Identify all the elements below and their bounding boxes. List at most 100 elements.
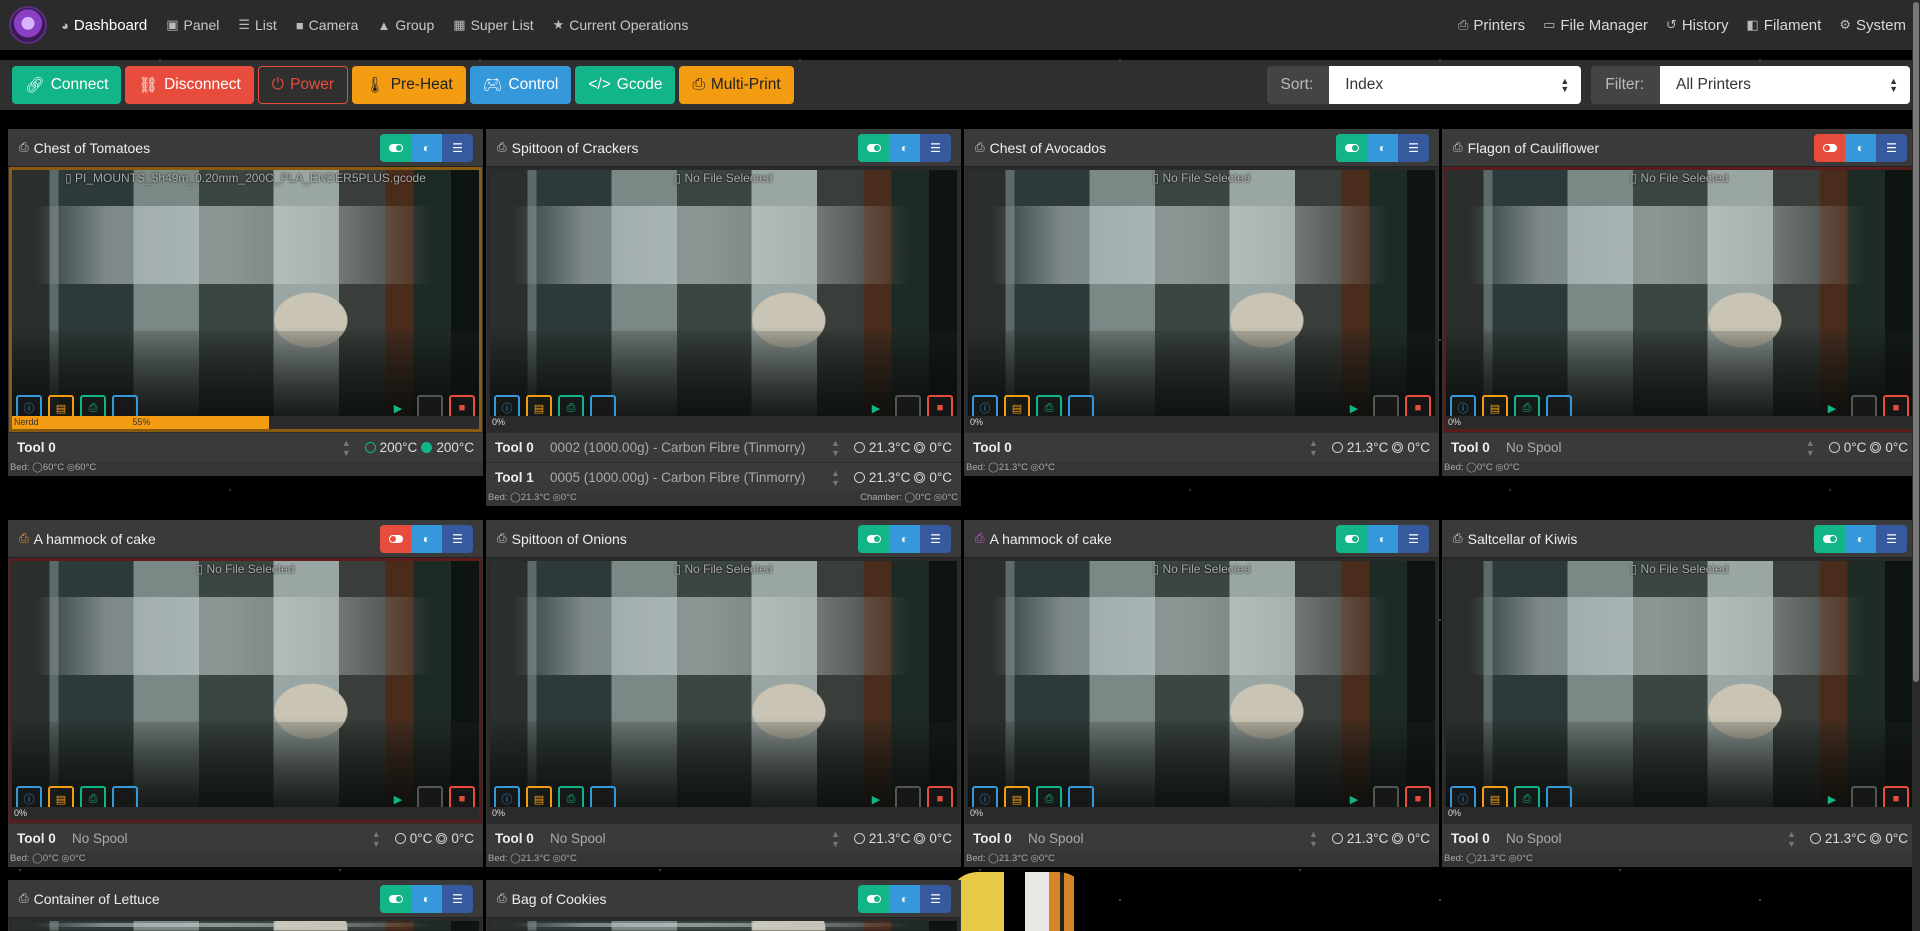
page-scrollbar[interactable]: [1912, 0, 1920, 931]
tool-name: Tool 0: [1451, 831, 1490, 846]
power-toggle-button[interactable]: [1814, 133, 1845, 162]
printer-control-button[interactable]: ◐: [411, 133, 442, 162]
target-temp: 0°C: [1885, 440, 1908, 455]
list-menu-icon: ☰: [1886, 531, 1897, 546]
printer-control-button[interactable]: ◐: [889, 884, 920, 913]
octofarm-logo[interactable]: [9, 6, 47, 44]
toggle-icon: [388, 534, 403, 543]
nav-group[interactable]: ▲ Group: [377, 17, 434, 33]
compass-icon: ◐: [422, 891, 431, 906]
tool-name: Tool 1: [495, 470, 534, 485]
printer-menu-button[interactable]: ☰: [920, 884, 951, 913]
actual-temp-icon: [364, 442, 376, 453]
top-navbar: ◕ Dashboard ▣ Panel ☰ List ■ Camera ▲ Group ▦…: [0, 0, 1920, 50]
camera-view[interactable]: ▯ PI_MOUNTS_5h49m_0.20mm_200C_PLA_ENDER5…: [9, 167, 482, 432]
printer-menu-button[interactable]: ☰: [442, 524, 473, 553]
camera-stream-image: [490, 170, 957, 429]
camera-view[interactable]: ▯ No File Selected ⓘ ▤ ⎙ ▶ ■ 0%: [1443, 167, 1916, 432]
printer-menu-button[interactable]: ☰: [442, 133, 473, 162]
nav-panel[interactable]: ▣ Panel: [166, 17, 219, 33]
stop-icon: ■: [1892, 402, 1900, 414]
nav-super-list[interactable]: ▦ Super List: [453, 17, 533, 33]
printer-control-button[interactable]: ◐: [411, 884, 442, 913]
target-temp-icon: [914, 833, 926, 844]
multi-print-button[interactable]: ⎙ Multi-Print: [679, 66, 794, 104]
sort-filter-group: Sort: Index ▲ ▼ Filter: All Printers ▲ ▼: [1257, 66, 1910, 104]
power-toggle-button[interactable]: [1336, 133, 1367, 162]
control-button[interactable]: 🎮︎ Control: [469, 66, 572, 104]
sort-value: Index: [1345, 76, 1384, 93]
list-icon: ☰: [238, 17, 251, 32]
nav-dashboard[interactable]: ◕ Dashboard: [61, 17, 147, 34]
spool-select[interactable]: No Spool: [1506, 440, 1806, 455]
nav-camera[interactable]: ■ Camera: [296, 17, 359, 33]
nav-system[interactable]: ⚙ System: [1839, 17, 1906, 34]
spool-select[interactable]: No Spool: [550, 831, 831, 846]
printer-control-button[interactable]: ◐: [889, 524, 920, 553]
printer-menu-button[interactable]: ☰: [920, 133, 951, 162]
printer-menu-button[interactable]: ☰: [1398, 133, 1429, 162]
power-toggle-button[interactable]: [1814, 524, 1845, 553]
camera-view[interactable]: ▯ No File Selected ⓘ ▤ ⎙ ▶ ■ 0%: [487, 558, 960, 823]
nav-history[interactable]: ↺ History: [1666, 17, 1729, 34]
printer-menu-button[interactable]: ☰: [1876, 133, 1907, 162]
printer-menu-button[interactable]: ☰: [1398, 524, 1429, 553]
spool-select[interactable]: 0002 (1000.00g) - Carbon Fibre (Tinmorry…: [550, 440, 831, 455]
power-toggle-button[interactable]: [380, 133, 411, 162]
printer-control-button[interactable]: ◐: [1367, 524, 1398, 553]
disconnect-button[interactable]: ⛓︎ Disconnect: [125, 66, 254, 104]
file-icon: ▯: [674, 171, 685, 185]
tool-name: Tool 0: [973, 831, 1012, 846]
power-button[interactable]: ⏻ Power: [257, 66, 348, 104]
file-name: No File Selected: [684, 171, 773, 185]
nav-file-manager[interactable]: ▭ File Manager: [1543, 17, 1648, 34]
nav-current-operations[interactable]: ★ Current Operations: [553, 17, 689, 33]
printer-control-button[interactable]: ◐: [889, 133, 920, 162]
printer-card-actions: ◐ ☰: [858, 133, 951, 162]
spool-select[interactable]: No Spool: [72, 831, 372, 846]
toggle-icon: [1344, 534, 1359, 543]
printer-menu-button[interactable]: ☰: [442, 884, 473, 913]
spool-select[interactable]: 0005 (1000.00g) - Carbon Fibre (Tinmorry…: [550, 470, 831, 485]
power-toggle-button[interactable]: [858, 524, 889, 553]
gcode-button[interactable]: </> Gcode: [575, 66, 676, 104]
stop-icon: ■: [1892, 793, 1900, 805]
camera-view[interactable]: [9, 918, 482, 931]
preheat-button[interactable]: 🌡︎ Pre-Heat: [352, 66, 466, 104]
nav-list[interactable]: ☰ List: [238, 17, 276, 33]
spool-select[interactable]: No Spool: [1028, 831, 1309, 846]
printer-control-button[interactable]: ◐: [1845, 524, 1876, 553]
camera-view[interactable]: ▯ No File Selected ⓘ ▤ ⎙ ▶ ■ 0%: [965, 167, 1438, 432]
link-icon: 🔗︎: [25, 76, 45, 94]
bed-actual: 60°C: [42, 462, 65, 473]
tool-row: Tool 0 No Spool ▲ ▼ 21.3°C 0°C: [964, 823, 1439, 853]
camera-view[interactable]: ▯ No File Selected ⓘ ▤ ⎙ ▶ ■ 0%: [487, 167, 960, 432]
power-toggle-button[interactable]: [858, 884, 889, 913]
file-icon: ▯: [65, 171, 76, 185]
camera-view[interactable]: [487, 918, 960, 931]
camera-view[interactable]: ▯ No File Selected ⓘ ▤ ⎙ ▶ ■ 0%: [965, 558, 1438, 823]
button-label: Gcode: [616, 76, 663, 93]
bed-label: Bed:: [488, 853, 508, 864]
printer-card: ⎙ Spittoon of Onions ◐ ☰ ▯ No File Selec…: [486, 520, 961, 867]
connect-button[interactable]: 🔗︎ Connect: [12, 66, 122, 104]
sort-select[interactable]: Index ▲ ▼: [1329, 66, 1582, 104]
printer-control-button[interactable]: ◐: [1367, 133, 1398, 162]
printer-control-button[interactable]: ◐: [1845, 133, 1876, 162]
filter-select[interactable]: All Printers ▲ ▼: [1660, 66, 1910, 104]
file-name: PI_MOUNTS_5h49m_0.20mm_200C_PLA_ENDER5PL…: [75, 171, 426, 185]
printer-icon: ⎙: [1522, 792, 1532, 805]
spool-select[interactable]: No Spool: [1506, 831, 1787, 846]
nav-filament[interactable]: ◧ Filament: [1747, 17, 1822, 34]
camera-view[interactable]: ▯ No File Selected ⓘ ▤ ⎙ ▶ ■ 0%: [1443, 558, 1916, 823]
printer-menu-button[interactable]: ☰: [920, 524, 951, 553]
printer-control-button[interactable]: ◐: [411, 524, 442, 553]
power-toggle-button[interactable]: [858, 133, 889, 162]
power-toggle-button[interactable]: [1336, 524, 1367, 553]
nav-printers[interactable]: ⎙ Printers: [1458, 17, 1525, 34]
printer-menu-button[interactable]: ☰: [1876, 524, 1907, 553]
scrollbar-thumb[interactable]: [1913, 2, 1919, 682]
power-toggle-button[interactable]: [380, 524, 411, 553]
power-toggle-button[interactable]: [380, 884, 411, 913]
camera-view[interactable]: ▯ No File Selected ⓘ ▤ ⎙ ▶ ■ 0%: [9, 558, 482, 823]
